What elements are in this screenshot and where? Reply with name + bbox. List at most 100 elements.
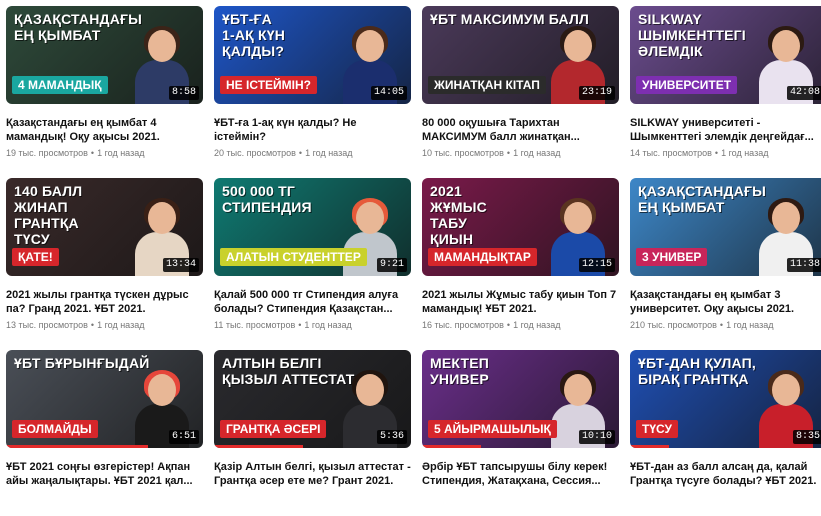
- view-count: 210 тыс. просмотров: [630, 320, 717, 330]
- thumbnail-caption-text: ҚАЗАҚСТАНДАҒЫ: [14, 11, 143, 27]
- thumbnail-banner-text: АЛАТЫН СТУДЕНТТЕР: [220, 248, 367, 266]
- watch-progress-bar: [6, 445, 148, 448]
- thumbnail-caption-text: ҰБТ-ҒА: [222, 11, 272, 27]
- view-count: 19 тыс. просмотров: [6, 148, 88, 158]
- video-title[interactable]: Қазақстандағы ең қымбат 3 университет. О…: [630, 288, 821, 316]
- video-thumbnail[interactable]: ҚАЗАҚСТАНДАҒЫ ЕҢ ҚЫМБАТ 3 УНИВЕР 11:38: [630, 178, 821, 276]
- thumbnail-caption-text: ҰБТ-ДАН ҚУЛАП,: [638, 355, 757, 371]
- video-duration: 5:36: [376, 430, 407, 444]
- video-metadata: 20 тыс. просмотров • 1 год назад: [214, 148, 411, 159]
- meta-separator: •: [90, 148, 95, 158]
- video-title[interactable]: SILKWAY университеті - Шымкенттегі элемд…: [630, 116, 821, 144]
- thumbnail-caption-text: SILKWAY: [638, 11, 702, 27]
- thumbnail-banner-text: МАМАНДЫҚТАР: [428, 248, 537, 266]
- video-title[interactable]: ҰБТ-ға 1-ақ күн қалды? Не істеймін?: [214, 116, 411, 144]
- thumbnail-caption-text: ҰБТ БҰРЫНҒЫДАЙ: [14, 355, 150, 371]
- thumbnail-caption-text: ҚАЗАҚСТАНДАҒЫ: [638, 183, 767, 199]
- video-title[interactable]: ҰБТ 2021 соңғы өзгерістер! Ақпан айы жаң…: [6, 460, 203, 488]
- video-thumbnail[interactable]: ҰБТ БҰРЫНҒЫДАЙ БОЛМАЙДЫ 6:51: [6, 350, 203, 448]
- video-metadata: 16 тыс. просмотров • 1 год назад: [422, 320, 619, 331]
- view-count: 10 тыс. просмотров: [422, 148, 504, 158]
- meta-separator: •: [298, 320, 302, 330]
- video-card[interactable]: 2021 ЖҰМЫС ТАБУ ҚИЫН МАМАНДЫҚТАР 12:15 2021 жы…: [422, 178, 619, 344]
- video-duration: 8:35: [792, 430, 821, 444]
- upload-age: 1 год назад: [304, 320, 352, 330]
- video-thumbnail[interactable]: ҰБТ МАКСИМУМ БАЛЛ ЖИНАТҚАН КІТАП 23:19: [422, 6, 619, 104]
- video-title[interactable]: Қазақстандағы ең қымбат 4 мамандық! Оқу …: [6, 116, 203, 144]
- video-title[interactable]: 2021 жылы Жұмыс табу қиын Топ 7 мамандық…: [422, 288, 619, 316]
- video-thumbnail[interactable]: 140 БАЛЛ ЖИНАП ГРАНТҚА ТҮСУ ҚАТЕ! 13:34: [6, 178, 203, 276]
- thumbnail-banner-text: БОЛМАЙДЫ: [12, 420, 98, 438]
- thumbnail-caption-text: 500 000 ТГ: [222, 183, 295, 199]
- thumbnail-caption-text: ҚЫЗЫЛ АТТЕСТАТ: [222, 371, 355, 387]
- video-thumbnail[interactable]: МЕКТЕП УНИВЕР 5 АЙЫРМАШЫЛЫҚ 10:10: [422, 350, 619, 448]
- video-duration: 10:10: [578, 430, 615, 444]
- view-count: 11 тыс. просмотров: [214, 320, 296, 330]
- thumbnail-banner-text: 3 УНИВЕР: [636, 248, 708, 266]
- thumbnail-caption-text: МЕКТЕП: [430, 355, 490, 371]
- video-thumbnail[interactable]: 500 000 ТГ СТИПЕНДИЯ АЛАТЫН СТУДЕНТТЕР 9:21: [214, 178, 411, 276]
- meta-separator: •: [714, 148, 719, 158]
- upload-age: 1 год назад: [513, 148, 561, 158]
- upload-age: 1 год назад: [97, 148, 145, 158]
- video-thumbnail[interactable]: ҰБТ-ҒА 1-АҚ КҮН ҚАЛДЫ? НЕ ІСТЕЙМІН? 14:05: [214, 6, 411, 104]
- video-duration: 14:05: [370, 86, 407, 100]
- upload-age: 1 год назад: [305, 148, 353, 158]
- thumbnail-caption-text: ЖИНАП: [14, 199, 68, 215]
- video-grid: ҚАЗАҚСТАНДАҒЫ ЕҢ ҚЫМБАТ 4 МАМАНДЫҚ 8:58 Қаза…: [6, 6, 821, 516]
- video-thumbnail[interactable]: SILKWAY ШЫМКЕНТТЕГІ ӘЛЕМДІК УНИВЕРСИТЕТ 42:0…: [630, 6, 821, 104]
- video-metadata: 11 тыс. просмотров • 1 год назад: [214, 320, 411, 331]
- video-thumbnail[interactable]: ҰБТ-ДАН ҚУЛАП, БІРАҚ ГРАНТҚА ТҮСУ 8:35: [630, 350, 821, 448]
- thumbnail-caption-text: ТАБУ: [430, 215, 468, 231]
- thumbnail-banner-text: ЖИНАТҚАН КІТАП: [428, 76, 546, 94]
- thumbnail-caption-text: ЖҰМЫС: [430, 199, 487, 215]
- video-duration: 13:34: [162, 258, 199, 272]
- video-title[interactable]: Әрбір ҰБТ тапсырушы білу керек! Стипенди…: [422, 460, 619, 488]
- video-card[interactable]: ҚАЗАҚСТАНДАҒЫ ЕҢ ҚЫМБАТ 3 УНИВЕР 11:38 Қазақ…: [630, 178, 821, 344]
- meta-separator: •: [719, 320, 724, 330]
- watch-progress-bar: [630, 445, 670, 448]
- thumbnail-banner-text: ГРАНТҚА ӘСЕРІ: [220, 420, 327, 438]
- video-card[interactable]: АЛТЫН БЕЛГІ ҚЫЗЫЛ АТТЕСТАТ ГРАНТҚА ӘСЕРІ 5:…: [214, 350, 411, 516]
- video-thumbnail[interactable]: АЛТЫН БЕЛГІ ҚЫЗЫЛ АТТЕСТАТ ГРАНТҚА ӘСЕРІ 5:…: [214, 350, 411, 448]
- video-card[interactable]: 500 000 ТГ СТИПЕНДИЯ АЛАТЫН СТУДЕНТТЕР 9:21…: [214, 178, 411, 344]
- watch-progress-bar: [422, 445, 482, 448]
- thumbnail-banner-text: ТҮСУ: [636, 420, 678, 438]
- video-metadata: 10 тыс. просмотров • 1 год назад: [422, 148, 619, 159]
- meta-separator: •: [506, 320, 511, 330]
- video-card[interactable]: SILKWAY ШЫМКЕНТТЕГІ ӘЛЕМДІК УНИВЕРСИТЕТ 42:0…: [630, 6, 821, 172]
- video-card[interactable]: МЕКТЕП УНИВЕР 5 АЙЫРМАШЫЛЫҚ 10:10 Әрбір ҰБТ …: [422, 350, 619, 516]
- thumbnail-caption-text: ЕҢ ҚЫМБАТ: [14, 27, 101, 43]
- thumbnail-banner-text: УНИВЕРСИТЕТ: [636, 76, 738, 94]
- thumbnail-caption-text: ТҮСУ: [14, 231, 50, 247]
- video-metadata: 210 тыс. просмотров • 1 год назад: [630, 320, 821, 331]
- thumbnail-caption-text: ҚИЫН: [430, 231, 474, 247]
- meta-separator: •: [506, 148, 511, 158]
- video-thumbnail[interactable]: 2021 ЖҰМЫС ТАБУ ҚИЫН МАМАНДЫҚТАР 12:15: [422, 178, 619, 276]
- video-card[interactable]: ҚАЗАҚСТАНДАҒЫ ЕҢ ҚЫМБАТ 4 МАМАНДЫҚ 8:58 Қаза…: [6, 6, 203, 172]
- thumbnail-caption-text: БІРАҚ ГРАНТҚА: [638, 371, 749, 387]
- video-title[interactable]: ҰБТ-дан аз балл алсаң да, қалай Грантқа …: [630, 460, 821, 488]
- video-duration: 8:58: [168, 86, 199, 100]
- video-title[interactable]: 2021 жылы грантқа түскен дұрыс па? Гранд…: [6, 288, 203, 316]
- video-duration: 12:15: [578, 258, 615, 272]
- video-card[interactable]: ҰБТ-ДАН ҚУЛАП, БІРАҚ ГРАНТҚА ТҮСУ 8:35 ҰБТ-д…: [630, 350, 821, 516]
- upload-age: 1 год назад: [513, 320, 561, 330]
- video-title[interactable]: Қалай 500 000 тг Стипендия алуға болады?…: [214, 288, 411, 316]
- thumbnail-caption-text: ҚАЛДЫ?: [222, 43, 285, 59]
- video-card[interactable]: ҰБТ БҰРЫНҒЫДАЙ БОЛМАЙДЫ 6:51 ҰБТ 2021 соңғы…: [6, 350, 203, 516]
- thumbnail-caption-text: АЛТЫН БЕЛГІ: [222, 355, 322, 371]
- upload-age: 1 год назад: [721, 148, 769, 158]
- video-title[interactable]: 80 000 оқушыға Тарихтан МАКСИМУМ балл жи…: [422, 116, 619, 144]
- video-card[interactable]: ҰБТ МАКСИМУМ БАЛЛ ЖИНАТҚАН КІТАП 23:19 80 0…: [422, 6, 619, 172]
- view-count: 16 тыс. просмотров: [422, 320, 504, 330]
- upload-age: 1 год назад: [726, 320, 774, 330]
- thumbnail-caption-text: ҰБТ МАКСИМУМ БАЛЛ: [430, 11, 590, 27]
- view-count: 14 тыс. просмотров: [630, 148, 712, 158]
- video-card[interactable]: ҰБТ-ҒА 1-АҚ КҮН ҚАЛДЫ? НЕ ІСТЕЙМІН? 14:05 ҰБТ…: [214, 6, 411, 172]
- meta-separator: •: [90, 320, 95, 330]
- video-title[interactable]: Қазір Алтын белгі, қызыл аттестат - Гран…: [214, 460, 411, 488]
- video-card[interactable]: 140 БАЛЛ ЖИНАП ГРАНТҚА ТҮСУ ҚАТЕ! 13:34 2021 ж…: [6, 178, 203, 344]
- video-thumbnail[interactable]: ҚАЗАҚСТАНДАҒЫ ЕҢ ҚЫМБАТ 4 МАМАНДЫҚ 8:58: [6, 6, 203, 104]
- thumbnail-banner-text: НЕ ІСТЕЙМІН?: [220, 76, 317, 94]
